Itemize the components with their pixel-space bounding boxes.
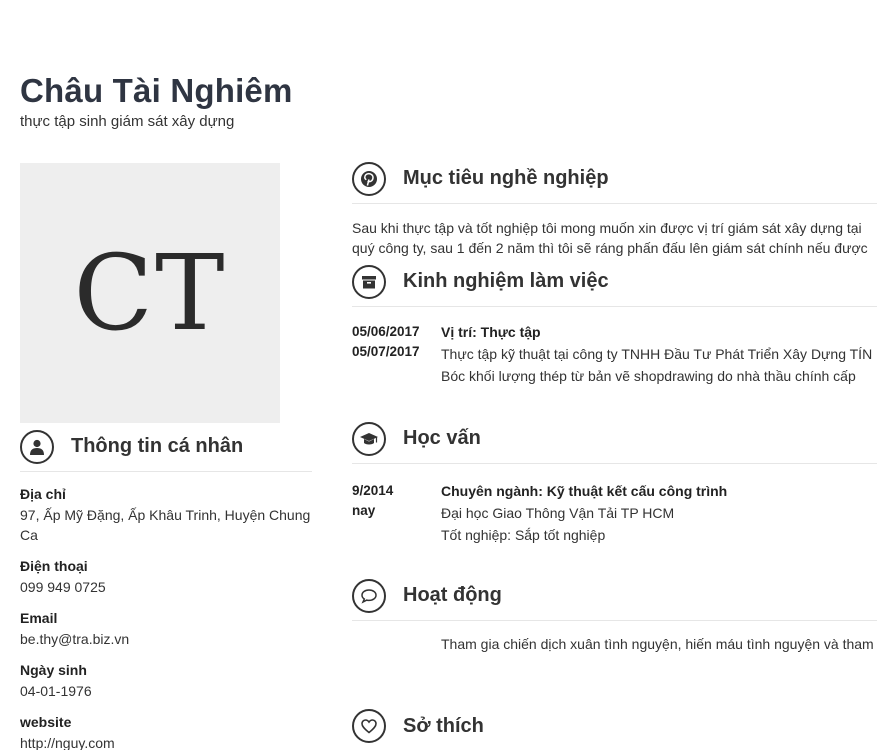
archive-icon	[352, 264, 386, 299]
info-label: Điện thoại	[20, 558, 88, 574]
info-item-phone: Điện thoại 099 949 0725	[20, 557, 312, 597]
experience-title: Kinh nghiệm làm việc	[403, 270, 609, 292]
hobbies-section: Sở thích	[352, 709, 877, 743]
objective-header: Mục tiêu nghề nghiệp	[352, 161, 877, 204]
graduation-cap-icon	[352, 421, 386, 456]
info-label: Địa chỉ	[20, 486, 66, 502]
experience-entry: 05/06/2017 05/07/2017 Vị trí: Thực tập T…	[352, 321, 877, 387]
info-label: Email	[20, 610, 58, 626]
pinterest-icon	[352, 161, 386, 196]
hobbies-title: Sở thích	[403, 714, 484, 737]
candidate-name: Châu Tài Nghiêm	[20, 72, 293, 109]
info-label: website	[20, 714, 72, 730]
hobbies-header: Sở thích	[352, 709, 877, 743]
avatar-initials: CT	[73, 232, 227, 354]
objective-title: Mục tiêu nghề nghiệp	[403, 167, 609, 189]
experience-dates: 05/06/2017 05/07/2017	[352, 321, 441, 387]
activities-content: Tham gia chiến dịch xuân tình nguyện, hi…	[441, 633, 877, 655]
avatar: CT	[20, 163, 280, 423]
start-date: 9/2014	[352, 483, 394, 498]
activities-line: Tham gia chiến dịch xuân tình nguyện, hi…	[441, 636, 874, 652]
end-date: 05/07/2017	[352, 344, 420, 359]
education-major: Chuyên ngành: Kỹ thuật kết cấu công trìn…	[441, 483, 728, 499]
end-date: nay	[352, 503, 376, 518]
experience-content: Vị trí: Thực tập Thực tập kỹ thuật tại c…	[441, 321, 877, 387]
info-value[interactable]: http://nguy.com	[20, 733, 312, 750]
cv-header: Châu Tài Nghiêm thực tập sinh giám sát x…	[20, 72, 293, 130]
activities-title: Hoạt động	[403, 584, 502, 606]
personal-info-section: Thông tin cá nhân Địa chỉ 97, Ấp Mỹ Đặng…	[20, 429, 312, 750]
education-line: Đại học Giao Thông Vận Tải TP HCM	[441, 505, 675, 521]
education-title: Học vấn	[403, 427, 481, 449]
education-header: Học vấn	[352, 421, 877, 464]
objective-line: Sau khi thực tập và tốt nghiệp tôi mong …	[352, 220, 862, 236]
activities-entry: Tham gia chiến dịch xuân tình nguyện, hi…	[352, 633, 877, 655]
cv-page: Châu Tài Nghiêm thực tập sinh giám sát x…	[0, 0, 894, 750]
activities-header: Hoạt động	[352, 578, 877, 621]
start-date: 05/06/2017	[352, 324, 420, 339]
job-title: thực tập sinh giám sát xây dựng	[20, 113, 235, 130]
info-value: be.thy@tra.biz.vn	[20, 631, 130, 647]
experience-section: Kinh nghiệm làm việc 05/06/2017 05/07/20…	[352, 264, 877, 387]
activities-section: Hoạt động Tham gia chiến dịch xuân tình …	[352, 578, 877, 655]
heart-icon	[352, 709, 386, 743]
education-entry: 9/2014 nay Chuyên ngành: Kỹ thuật kết cấ…	[352, 480, 877, 546]
personal-info-title: Thông tin cá nhân	[71, 435, 244, 457]
speech-bubble-icon	[352, 578, 386, 613]
info-item-birthday: Ngày sinh 04-01-1976	[20, 661, 312, 701]
experience-header: Kinh nghiệm làm việc	[352, 264, 877, 307]
info-item-email: Email be.thy@tra.biz.vn	[20, 609, 312, 649]
info-value: 97, Ấp Mỹ Đặng, Ấp Khâu Trinh, Huyện Chu…	[20, 507, 311, 543]
info-value: 04-01-1976	[20, 683, 92, 699]
experience-line: Bóc khối lượng thép từ bản vẽ shopdrawin…	[441, 368, 856, 384]
personal-info-list: Địa chỉ 97, Ấp Mỹ Đặng, Ấp Khâu Trinh, H…	[20, 485, 312, 750]
personal-info-header: Thông tin cá nhân	[20, 429, 312, 472]
user-icon	[20, 429, 54, 464]
objective-text: Sau khi thực tập và tốt nghiệp tôi mong …	[352, 218, 877, 258]
objective-section: Mục tiêu nghề nghiệp Sau khi thực tập và…	[352, 161, 877, 258]
activities-dates	[352, 633, 441, 655]
info-item-website: website http://nguy.com	[20, 713, 312, 750]
experience-line: Thực tập kỹ thuật tại công ty TNHH Đầu T…	[441, 346, 873, 362]
experience-position: Vị trí: Thực tập	[441, 324, 541, 340]
info-label: Ngày sinh	[20, 662, 87, 678]
education-section: Học vấn 9/2014 nay Chuyên ngành: Kỹ thuậ…	[352, 421, 877, 546]
education-content: Chuyên ngành: Kỹ thuật kết cấu công trìn…	[441, 480, 877, 546]
education-dates: 9/2014 nay	[352, 480, 441, 546]
info-value: 099 949 0725	[20, 579, 106, 595]
education-line: Tốt nghiệp: Sắp tốt nghiệp	[441, 527, 606, 543]
objective-line: quý công ty, sau 1 đến 2 năm thì tôi sẽ …	[352, 240, 868, 256]
info-item-address: Địa chỉ 97, Ấp Mỹ Đặng, Ấp Khâu Trinh, H…	[20, 485, 312, 545]
